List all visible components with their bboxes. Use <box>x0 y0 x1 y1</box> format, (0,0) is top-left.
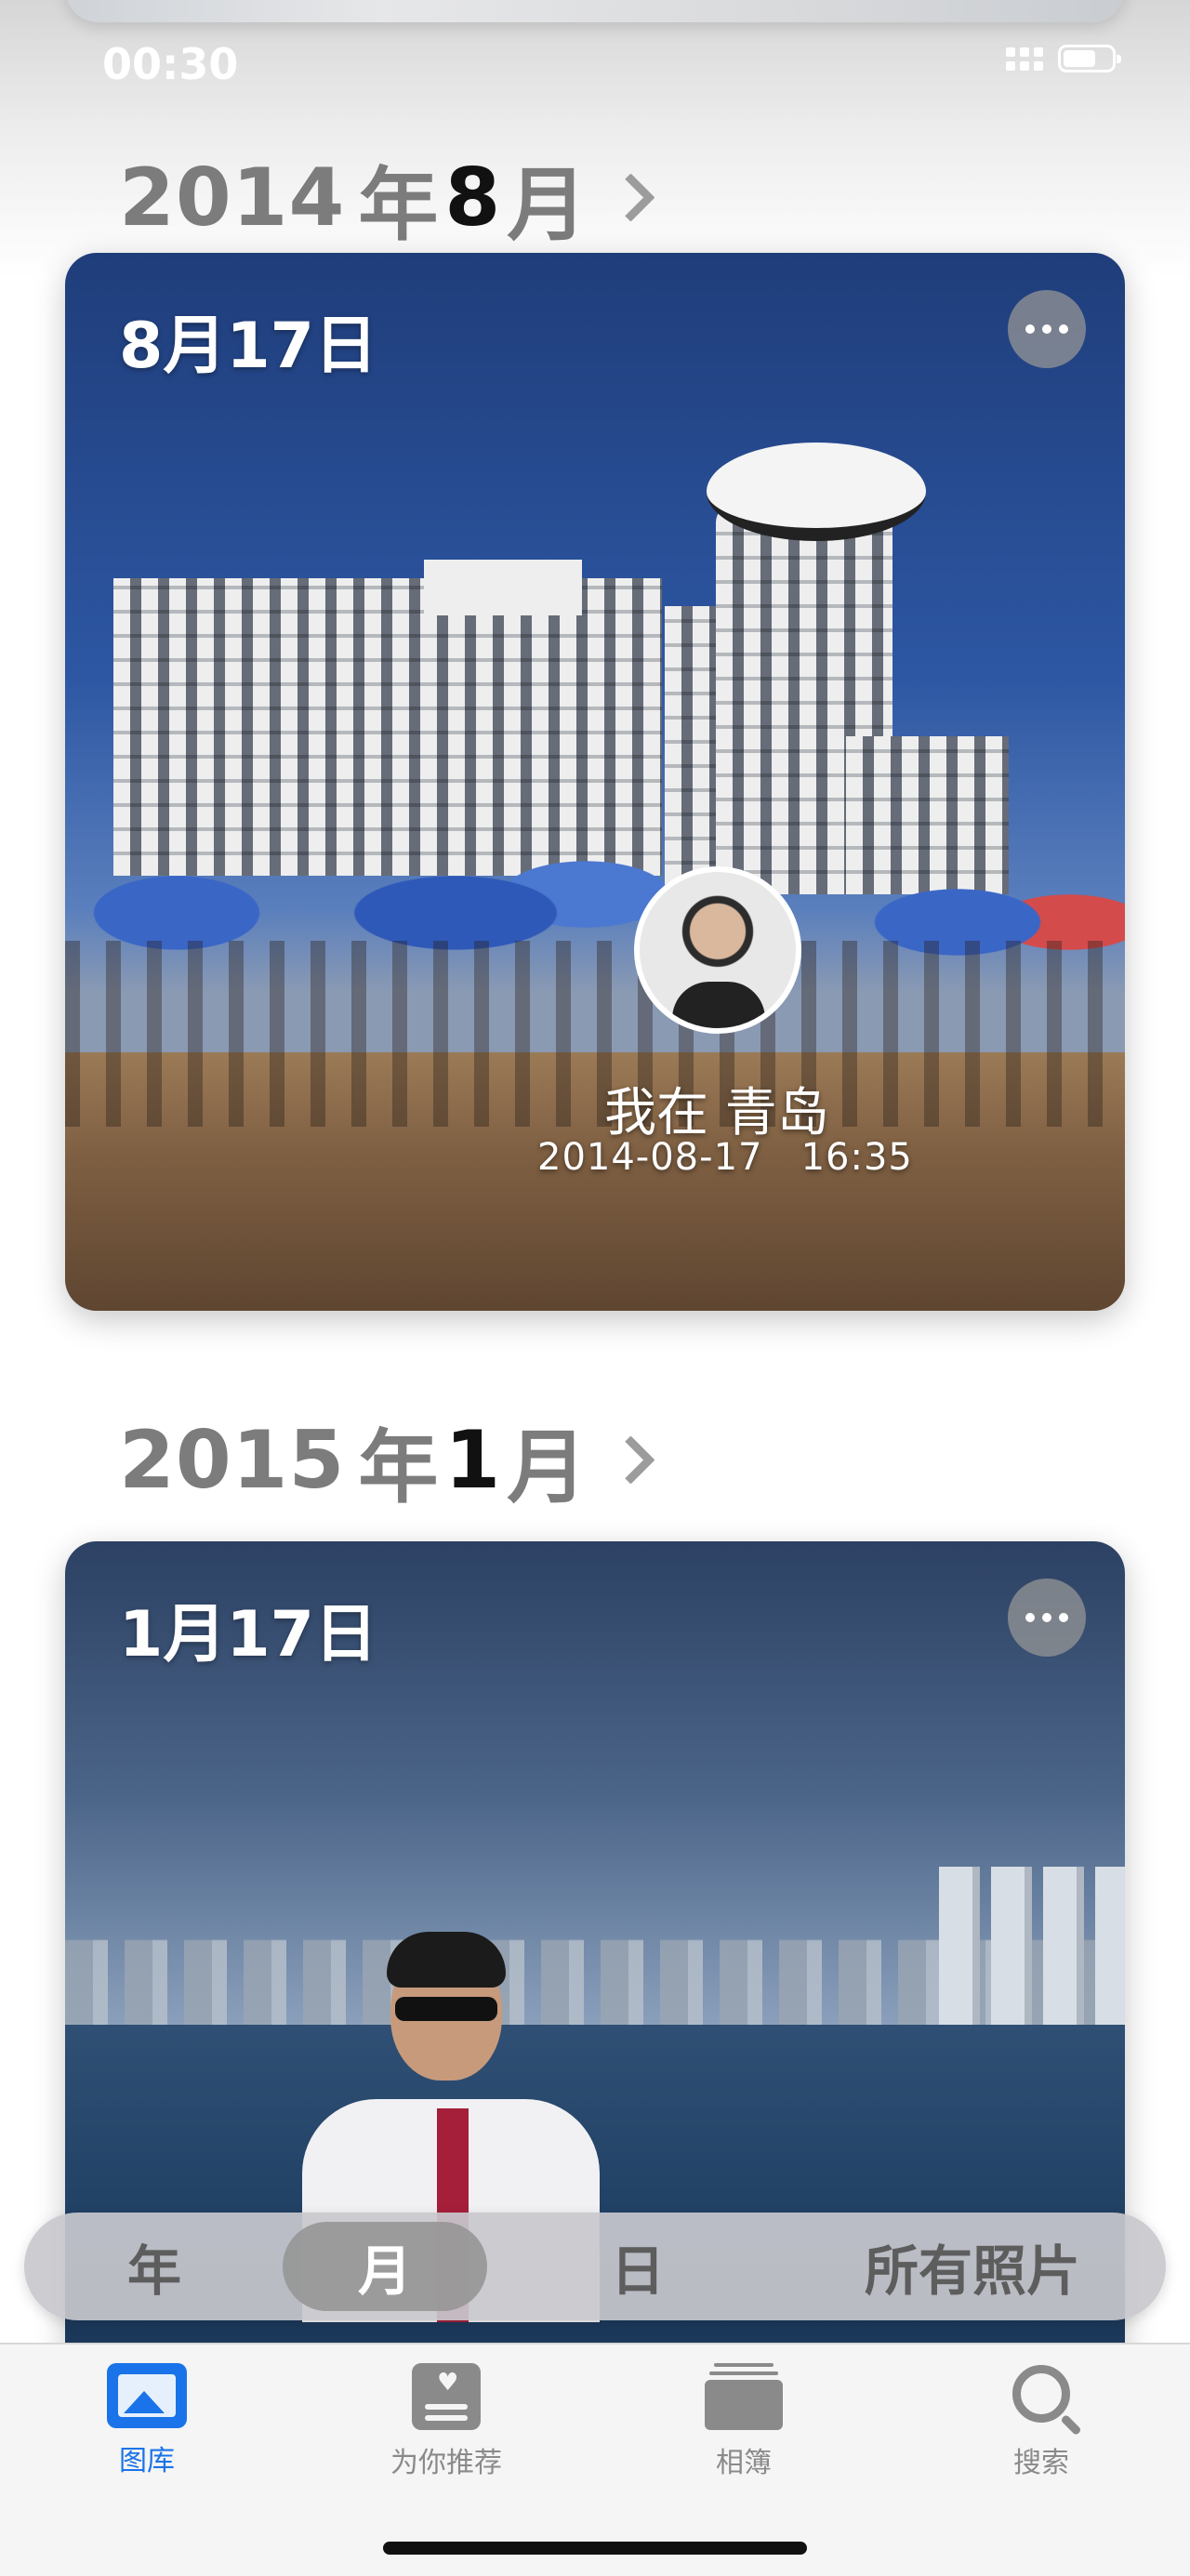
location-caption: 我在 青岛 <box>604 1083 829 1143</box>
tab-label: 图库 <box>119 2445 175 2477</box>
photo-person-hair <box>387 1932 506 1988</box>
month-suffix: 月 <box>507 159 588 252</box>
status-time: 00:30 <box>102 39 239 89</box>
photo-towers <box>939 1867 1125 2034</box>
tab-library[interactable]: 图库 <box>54 2363 240 2478</box>
month-header-2015-01[interactable]: 2015 年 1 月 <box>119 1402 655 1518</box>
chevron-right-icon <box>606 173 655 222</box>
avatar <box>634 866 801 1034</box>
segment-days[interactable]: 日 <box>545 2213 731 2320</box>
datetime-caption: 2014-08-17 16:35 <box>537 1136 913 1179</box>
photo-hotel-top <box>424 560 582 615</box>
tab-label: 相簿 <box>716 2447 772 2479</box>
photo-person-sunglasses <box>395 1997 497 2021</box>
photo-card-2014-08-17[interactable]: 8月17日 我在 青岛 2014-08-17 16:35 <box>65 253 1125 1311</box>
tab-label: 搜索 <box>1013 2447 1069 2479</box>
tab-albums[interactable]: 相簿 <box>651 2363 837 2480</box>
month-number: 1 <box>444 1413 502 1507</box>
year-suffix: 年 <box>358 1421 440 1514</box>
year-suffix: 年 <box>358 159 440 252</box>
albums-icon <box>705 2363 783 2430</box>
photo-crowd <box>65 941 1125 1127</box>
view-segmented-control: 年 月 日 所有照片 <box>24 2213 1166 2320</box>
photos-icon <box>107 2363 187 2428</box>
year-text: 2014 <box>119 151 346 244</box>
month-suffix: 月 <box>507 1421 588 1514</box>
status-indicators <box>1006 45 1121 73</box>
home-indicator[interactable] <box>383 2542 807 2555</box>
previous-photo-card[interactable] <box>65 0 1125 22</box>
signal-icon <box>1006 46 1043 71</box>
card-date: 8月17日 <box>119 310 377 383</box>
battery-icon <box>1058 45 1121 73</box>
tab-for-you[interactable]: 为你推荐 <box>353 2363 539 2480</box>
card-date: 1月17日 <box>119 1598 377 1671</box>
month-header-2014-08[interactable]: 2014 年 8 月 <box>119 139 655 256</box>
year-text: 2015 <box>119 1413 346 1507</box>
photo-hotel-building <box>113 578 662 876</box>
more-options-button[interactable] <box>1008 1579 1086 1657</box>
photo-tower-top <box>707 443 926 541</box>
segment-months[interactable]: 月 <box>283 2222 487 2311</box>
search-icon <box>1012 2365 1070 2423</box>
chevron-right-icon <box>606 1435 655 1485</box>
more-options-button[interactable] <box>1008 290 1086 368</box>
segment-all-photos[interactable]: 所有照片 <box>833 2213 1112 2320</box>
for-you-icon <box>412 2363 481 2430</box>
segment-years[interactable]: 年 <box>61 2213 247 2320</box>
tab-label: 为你推荐 <box>390 2447 502 2479</box>
tab-search[interactable]: 搜索 <box>948 2363 1134 2480</box>
month-number: 8 <box>444 151 502 244</box>
